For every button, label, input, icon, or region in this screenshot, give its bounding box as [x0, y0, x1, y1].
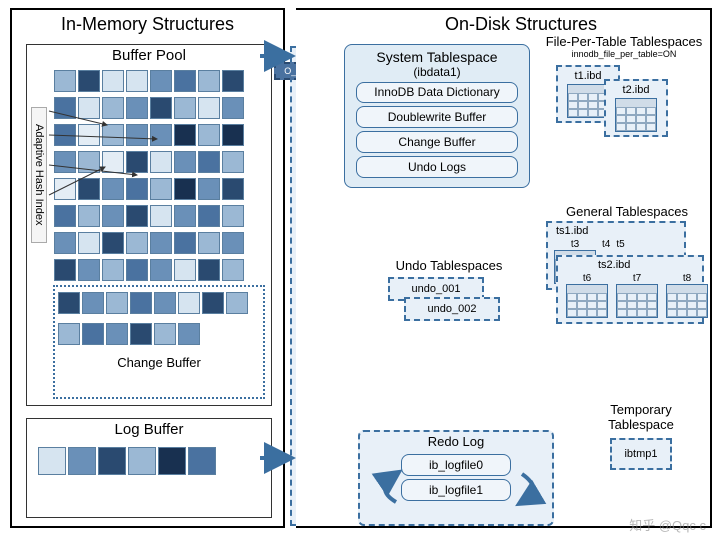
change-buffer-disk: Change Buffer: [356, 131, 518, 153]
t2-ibd-label: t2.ibd: [609, 84, 663, 96]
change-buffer-box: Change Buffer: [53, 285, 265, 399]
redo-cycle-icon: [366, 456, 550, 522]
file-per-table-box: File-Per-Table Tablespaces innodb_file_p…: [542, 34, 706, 145]
buffer-pool-box: Buffer Pool Adaptive Hash Index: [26, 44, 272, 406]
undo-logs: Undo Logs: [356, 156, 518, 178]
undo-tablespaces-box: Undo Tablespaces undo_001 undo_002: [364, 258, 534, 321]
general-tablespaces-title: General Tablespaces: [546, 204, 708, 219]
on-disk-section: On-Disk Structures System Tablespace (ib…: [296, 8, 712, 528]
undo-002: undo_002: [404, 297, 500, 321]
ts1-ibd-label: ts1.ibd: [550, 225, 682, 237]
file-per-table-title: File-Per-Table Tablespaces: [542, 34, 706, 49]
mini-table-icon: [567, 84, 609, 118]
change-buffer-label: Change Buffer: [55, 349, 263, 370]
mini-table-icon: [615, 98, 657, 132]
log-buffer-title: Log Buffer: [27, 419, 271, 440]
system-tablespace-title: System Tablespace: [347, 49, 527, 65]
redo-log-box: Redo Log ib_logfile0 ib_logfile1: [358, 430, 554, 526]
general-tablespaces-box: General Tablespaces ts1.ibd t3 t4 t5 ts2…: [546, 204, 708, 341]
system-tablespace-subtitle: (ibdata1): [347, 65, 527, 79]
ts2-ibd-label: ts2.ibd: [560, 259, 700, 271]
undo-tablespaces-title: Undo Tablespaces: [364, 258, 534, 273]
redo-log-title: Redo Log: [360, 432, 552, 451]
adaptive-hash-index-label: Adaptive Hash Index: [31, 107, 47, 243]
doublewrite-buffer: Doublewrite Buffer: [356, 106, 518, 128]
in-memory-title: In-Memory Structures: [12, 10, 283, 39]
watermark: 知乎 @Qqc c: [629, 515, 706, 534]
file-per-table-option: innodb_file_per_table=ON: [542, 49, 706, 59]
buffer-pool-grid: [53, 69, 269, 285]
buffer-pool-title: Buffer Pool: [27, 45, 271, 66]
system-tablespace-box: System Tablespace (ibdata1) InnoDB Data …: [344, 44, 530, 188]
temp-tablespace-title: Temporary Tablespace: [586, 402, 696, 432]
temp-tablespace-box: Temporary Tablespace ibtmp1: [586, 402, 696, 476]
in-memory-section: In-Memory Structures Buffer Pool Adaptiv…: [10, 8, 285, 528]
log-buffer-box: Log Buffer: [26, 418, 272, 518]
innodb-data-dictionary: InnoDB Data Dictionary: [356, 82, 518, 103]
ibtmp1: ibtmp1: [610, 438, 672, 470]
